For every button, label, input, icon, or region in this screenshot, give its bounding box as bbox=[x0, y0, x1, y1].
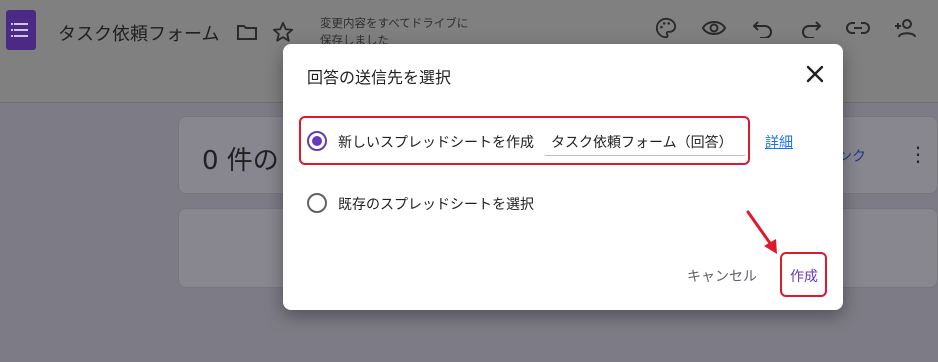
response-count: 0 件の bbox=[202, 146, 279, 176]
undo-icon[interactable] bbox=[752, 18, 774, 38]
add-collaborator-icon[interactable] bbox=[894, 17, 918, 39]
redo-icon[interactable] bbox=[800, 18, 822, 38]
palette-icon[interactable] bbox=[655, 17, 677, 39]
option-label-existing-spreadsheet: 既存のスプレッドシートを選択 bbox=[338, 197, 534, 213]
dialog-title: 回答の送信先を選択 bbox=[307, 68, 452, 87]
highlight-create-button bbox=[780, 252, 827, 297]
highlight-new-spreadsheet-option bbox=[299, 116, 750, 165]
form-title[interactable]: タスク依頼フォーム bbox=[58, 20, 219, 46]
response-destination-dialog: 回答の送信先を選択 新しいスプレッドシートを作成 詳細 既存のスプレッドシートを… bbox=[283, 44, 843, 310]
close-icon[interactable] bbox=[801, 60, 829, 88]
save-status-line1: 変更内容をすべてドライブに bbox=[320, 16, 469, 30]
radio-existing-spreadsheet[interactable] bbox=[307, 193, 327, 213]
link-icon[interactable] bbox=[846, 20, 870, 36]
more-vert-icon[interactable]: ⋮ bbox=[908, 143, 928, 165]
annotation-arrow-icon bbox=[746, 210, 777, 254]
folder-icon[interactable] bbox=[236, 22, 258, 42]
preview-eye-icon[interactable] bbox=[702, 17, 726, 39]
star-icon[interactable] bbox=[272, 21, 294, 43]
learn-more-link[interactable]: 詳細 bbox=[765, 132, 793, 152]
cancel-button[interactable]: キャンセル bbox=[687, 266, 757, 286]
forms-logo-icon[interactable] bbox=[6, 10, 36, 50]
